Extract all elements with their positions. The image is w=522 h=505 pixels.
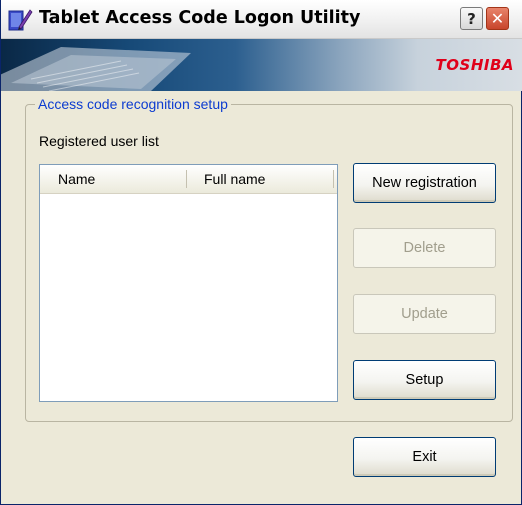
- column-divider[interactable]: [333, 170, 334, 188]
- registered-user-list-label: Registered user list: [39, 133, 159, 149]
- dialog-window: Tablet Access Code Logon Utility ? ✕ TOS…: [0, 0, 522, 505]
- new-registration-button[interactable]: New registration: [353, 163, 496, 203]
- close-button[interactable]: ✕: [486, 7, 509, 30]
- exit-button[interactable]: Exit: [353, 437, 496, 477]
- registered-user-list[interactable]: Name Full name: [39, 164, 338, 402]
- laptop-graphic: [1, 47, 191, 91]
- groupbox-title: Access code recognition setup: [35, 96, 231, 112]
- list-header: Name Full name: [40, 165, 337, 194]
- setup-button[interactable]: Setup: [353, 360, 496, 400]
- brand-logo: TOSHIBA: [435, 56, 514, 74]
- column-header-full-name[interactable]: Full name: [187, 165, 333, 193]
- help-button[interactable]: ?: [460, 7, 483, 30]
- update-button[interactable]: Update: [353, 294, 496, 334]
- brand-banner: TOSHIBA: [1, 39, 522, 91]
- delete-button[interactable]: Delete: [353, 228, 496, 268]
- window-title: Tablet Access Code Logon Utility: [39, 8, 361, 28]
- column-header-name[interactable]: Name: [40, 165, 186, 193]
- title-bar[interactable]: Tablet Access Code Logon Utility ? ✕: [1, 0, 522, 39]
- pen-tablet-icon: [8, 9, 33, 31]
